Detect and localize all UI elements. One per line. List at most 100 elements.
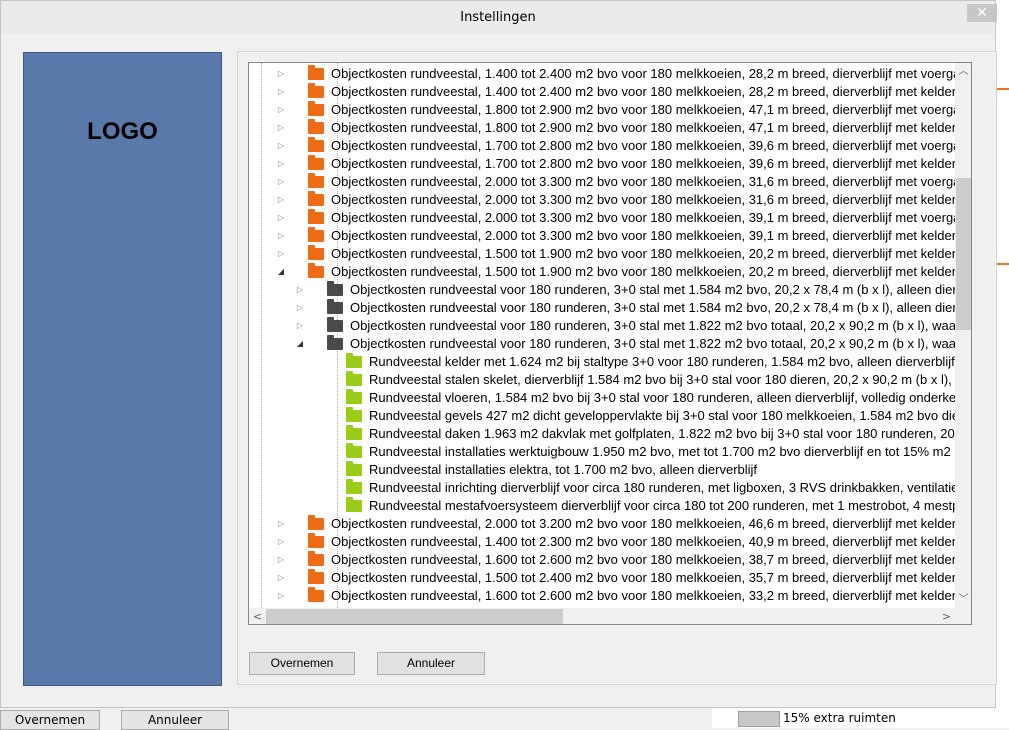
dialog-title: Instellingen <box>460 10 536 25</box>
folder-icon <box>308 173 324 188</box>
tree-row-label: Objectkosten rundveestal, 1.500 tot 1.90… <box>331 246 955 261</box>
logo: LOGO <box>87 118 158 145</box>
tree-row[interactable]: ▷ Objectkosten rundveestal, 1.600 tot 2.6… <box>249 587 955 605</box>
tree-row[interactable]: Rundveestal inrichting dierverblijf voor… <box>249 479 955 497</box>
tree-row[interactable]: ▷ Objectkosten rundveestal voor 180 runde… <box>249 281 955 299</box>
expand-arrow-icon[interactable]: ▷ <box>276 551 286 569</box>
background-field-label: 15% extra ruimten <box>783 711 896 725</box>
expand-arrow-icon[interactable]: ▷ <box>276 227 286 245</box>
vertical-scroll-thumb[interactable] <box>956 178 971 330</box>
folder-icon <box>308 209 324 224</box>
folder-icon <box>308 569 324 584</box>
tree-row-label: Objectkosten rundveestal, 1.400 tot 2.40… <box>331 84 955 99</box>
collapse-arrow-icon[interactable]: ◢ <box>276 263 286 281</box>
tree-row[interactable]: ▷ Objectkosten rundveestal, 2.000 tot 3.2… <box>249 515 955 533</box>
tree-row[interactable]: Rundveestal gevels 427 m2 dicht gevelopp… <box>249 407 955 425</box>
tree-row[interactable]: ▷ Objectkosten rundveestal, 1.400 tot 2.4… <box>249 83 955 101</box>
tree-row-label: Objectkosten rundveestal, 1.700 tot 2.80… <box>331 156 955 171</box>
expand-arrow-icon[interactable]: ▷ <box>295 281 305 299</box>
expand-arrow-icon[interactable]: ▷ <box>276 587 286 605</box>
tree-row[interactable]: Rundveestal mestafvoersysteem dierverbli… <box>249 497 955 515</box>
folder-icon <box>346 425 362 440</box>
expand-arrow-icon[interactable]: ▷ <box>276 137 286 155</box>
folder-icon <box>308 587 324 602</box>
expand-arrow-icon[interactable]: ▷ <box>276 209 286 227</box>
scroll-up-icon[interactable]: ︿ <box>955 63 971 80</box>
tree-row[interactable]: ▷ Objectkosten rundveestal, 1.700 tot 2.8… <box>249 137 955 155</box>
tree-row[interactable]: ▷ Objectkosten rundveestal, 1.500 tot 2.4… <box>249 569 955 587</box>
horizontal-scroll-thumb[interactable] <box>266 609 563 624</box>
tree-row-label: Objectkosten rundveestal, 1.400 tot 2.40… <box>331 66 955 81</box>
tree-row-label: Rundveestal kelder met 1.624 m2 bij stal… <box>369 354 955 369</box>
tree-row[interactable]: ▷ Objectkosten rundveestal, 1.500 tot 1.9… <box>249 245 955 263</box>
folder-icon <box>346 389 362 404</box>
scroll-down-icon[interactable]: ﹀ <box>955 591 971 608</box>
accept-button[interactable]: Overnemen <box>249 652 355 675</box>
folder-icon <box>308 155 324 170</box>
expand-arrow-icon[interactable]: ▷ <box>276 173 286 191</box>
folder-icon <box>346 443 362 458</box>
tree-row[interactable]: Rundveestal installaties elektra, tot 1.… <box>249 461 955 479</box>
expand-arrow-icon[interactable]: ▷ <box>276 155 286 173</box>
tree-row[interactable]: ▷ Objectkosten rundveestal, 2.000 tot 3.3… <box>249 209 955 227</box>
folder-icon <box>346 407 362 422</box>
tree-row[interactable]: ▷ Objectkosten rundveestal, 1.800 tot 2.9… <box>249 101 955 119</box>
tree-row[interactable]: ▷ Objectkosten rundveestal, 1.800 tot 2.9… <box>249 119 955 137</box>
close-button[interactable]: ✕ <box>967 4 997 22</box>
tree-row[interactable]: Rundveestal installaties werktuigbouw 1.… <box>249 443 955 461</box>
folder-icon <box>308 551 324 566</box>
tree-row-label: Objectkosten rundveestal, 2.000 tot 3.30… <box>331 174 955 189</box>
folder-icon <box>327 281 343 296</box>
horizontal-scrollbar[interactable]: < > <box>249 608 955 624</box>
expand-arrow-icon[interactable]: ▷ <box>276 569 286 587</box>
expand-arrow-icon[interactable]: ▷ <box>276 83 286 101</box>
scroll-right-icon[interactable]: > <box>938 608 955 624</box>
expand-arrow-icon[interactable]: ▷ <box>276 515 286 533</box>
tree-row[interactable]: ▷ Objectkosten rundveestal, 2.000 tot 3.3… <box>249 173 955 191</box>
tree-row[interactable]: Rundveestal vloeren, 1.584 m2 bvo bij 3+… <box>249 389 955 407</box>
tree-row-label: Objectkosten rundveestal voor 180 runder… <box>350 336 955 351</box>
folder-icon <box>308 83 324 98</box>
collapse-arrow-icon[interactable]: ◢ <box>295 335 305 353</box>
expand-arrow-icon[interactable]: ▷ <box>276 191 286 209</box>
tree-row[interactable]: ◢ Objectkosten rundveestal, 1.500 tot 1.9… <box>249 263 955 281</box>
tree-row[interactable]: Rundveestal kelder met 1.624 m2 bij stal… <box>249 353 955 371</box>
tree-row[interactable]: ▷ Objectkosten rundveestal, 1.700 tot 2.8… <box>249 155 955 173</box>
folder-icon <box>346 461 362 476</box>
folder-icon <box>346 497 362 512</box>
expand-arrow-icon[interactable]: ▷ <box>276 533 286 551</box>
tree-row[interactable]: ▷ Objectkosten rundveestal, 2.000 tot 3.3… <box>249 191 955 209</box>
folder-icon <box>327 317 343 332</box>
folder-icon <box>308 227 324 242</box>
scroll-left-icon[interactable]: < <box>249 608 266 624</box>
folder-icon <box>308 119 324 134</box>
tree-rows: ▷ Objectkosten rundveestal, 1.400 tot 2.4… <box>249 63 955 608</box>
tree-row[interactable]: ◢ Objectkosten rundveestal voor 180 runde… <box>249 335 955 353</box>
tree-row[interactable]: ▷ Objectkosten rundveestal, 1.400 tot 2.4… <box>249 65 955 83</box>
expand-arrow-icon[interactable]: ▷ <box>276 101 286 119</box>
background-cancel-button: Annuleer <box>121 710 229 730</box>
expand-arrow-icon[interactable]: ▷ <box>276 245 286 263</box>
tree-row[interactable]: ▷ Objectkosten rundveestal voor 180 runde… <box>249 317 955 335</box>
tree-row[interactable]: ▷ Objectkosten rundveestal, 1.400 tot 2.3… <box>249 533 955 551</box>
expand-arrow-icon[interactable]: ▷ <box>295 299 305 317</box>
tree-row[interactable]: ▷ Objectkosten rundveestal voor 180 runde… <box>249 299 955 317</box>
tree-row[interactable]: ▷ Objectkosten rundveestal, 2.000 tot 3.3… <box>249 227 955 245</box>
tree-row-label: Objectkosten rundveestal, 1.500 tot 2.40… <box>331 570 955 585</box>
tree-row-label: Objectkosten rundveestal, 2.000 tot 3.30… <box>331 192 955 207</box>
close-icon: ✕ <box>976 5 988 21</box>
tree-row[interactable]: Rundveestal stalen skelet, dierverblijf … <box>249 371 955 389</box>
tree-row[interactable]: ▷ Objectkosten rundveestal, 1.600 tot 2.6… <box>249 551 955 569</box>
dialog-titlebar[interactable]: Instellingen ✕ <box>1 1 997 34</box>
expand-arrow-icon[interactable]: ▷ <box>276 65 286 83</box>
expand-arrow-icon[interactable]: ▷ <box>276 119 286 137</box>
tree-row[interactable]: Rundveestal daken 1.963 m2 dakvlak met g… <box>249 425 955 443</box>
folder-icon <box>346 371 362 386</box>
folder-icon <box>308 533 324 548</box>
cost-tree-view[interactable]: ▷ Objectkosten rundveestal, 1.400 tot 2.4… <box>248 62 972 625</box>
folder-icon <box>327 299 343 314</box>
cancel-button[interactable]: Annuleer <box>377 652 485 675</box>
vertical-scrollbar[interactable]: ︿ ﹀ <box>955 63 971 608</box>
expand-arrow-icon[interactable]: ▷ <box>295 317 305 335</box>
background-accent-line <box>997 263 1009 265</box>
